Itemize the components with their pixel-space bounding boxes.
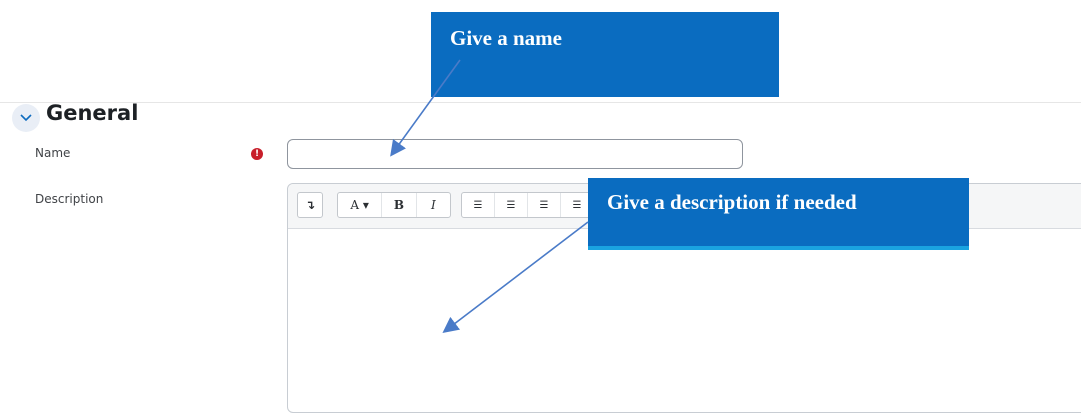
name-label: Name (35, 146, 71, 160)
name-callout: Give a name (431, 12, 779, 97)
toolbar-group-lists: ☰ ☰ ☰ ☰ (461, 192, 601, 218)
toolbar-toggle-button[interactable]: ↴ (298, 193, 322, 217)
ordered-list-button[interactable]: ☰ (495, 193, 528, 217)
description-callout: Give a description if needed (588, 178, 969, 250)
chevron-down-icon (20, 114, 32, 122)
unordered-list-button[interactable]: ☰ (462, 193, 495, 217)
italic-button[interactable]: I (417, 193, 450, 217)
editor-content-area[interactable] (288, 228, 1081, 412)
bold-button[interactable]: B (382, 193, 417, 217)
name-input[interactable] (287, 139, 743, 169)
outdent-button[interactable]: ☰ (528, 193, 561, 217)
description-label: Description (35, 192, 104, 206)
header-divider (0, 102, 1081, 103)
section-collapse-toggle[interactable] (12, 104, 40, 132)
font-color-button[interactable]: A ▾ (338, 193, 383, 217)
section-title: General (46, 101, 139, 125)
required-icon: ! (251, 148, 263, 160)
toolbar-group-format: A ▾ B I (337, 192, 451, 218)
toolbar-group-collapse: ↴ (297, 192, 323, 218)
